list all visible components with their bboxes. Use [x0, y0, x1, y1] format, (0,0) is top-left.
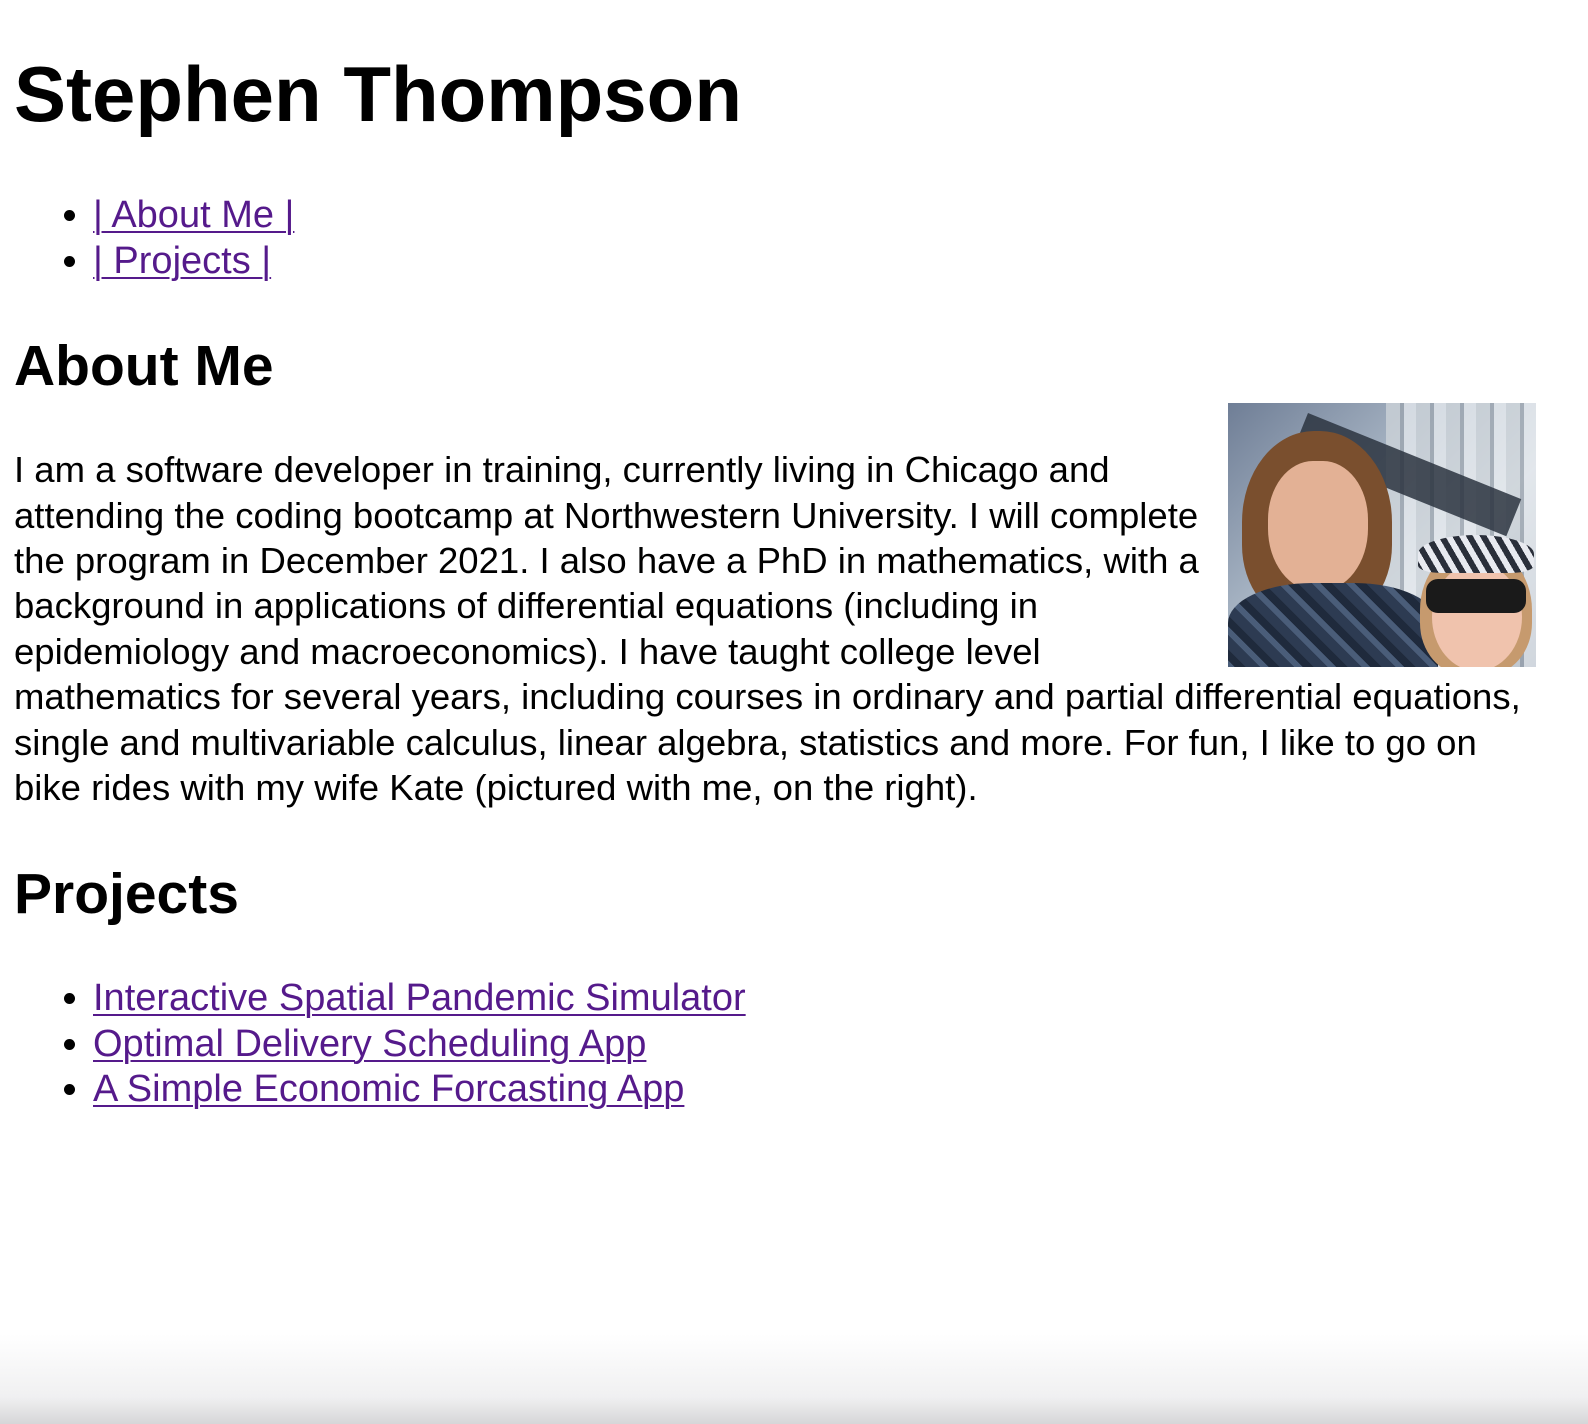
nav-link-projects[interactable]: | Projects | — [93, 240, 271, 282]
photo-sunglasses — [1426, 579, 1526, 614]
list-item: A Simple Economic Forcasting App — [93, 1067, 1536, 1113]
photo-man-shirt — [1228, 583, 1438, 668]
page-content: Stephen Thompson | About Me | | Projects… — [14, 0, 1536, 1113]
photo-man-face — [1268, 461, 1368, 592]
project-link-delivery-scheduling[interactable]: Optimal Delivery Scheduling App — [93, 1023, 646, 1065]
photo-woman-hat — [1418, 535, 1534, 574]
page-title: Stephen Thompson — [14, 50, 742, 138]
window-bottom-edge — [0, 1334, 1588, 1424]
nav-link-about[interactable]: | About Me | — [93, 194, 294, 236]
nav-item-projects: | Projects | — [93, 238, 1536, 284]
project-link-pandemic-simulator[interactable]: Interactive Spatial Pandemic Simulator — [93, 977, 746, 1019]
list-item: Optimal Delivery Scheduling App — [93, 1022, 1536, 1068]
nav-list: | About Me | | Projects | — [14, 192, 1536, 284]
nav-item-about: | About Me | — [93, 192, 1536, 238]
profile-photo — [1228, 403, 1536, 668]
project-link-economic-forcasting[interactable]: A Simple Economic Forcasting App — [93, 1068, 684, 1110]
project-list: Interactive Spatial Pandemic Simulator O… — [14, 976, 1536, 1113]
projects-heading: Projects — [14, 862, 239, 927]
list-item: Interactive Spatial Pandemic Simulator — [93, 976, 1536, 1022]
about-heading: About Me — [14, 333, 274, 398]
